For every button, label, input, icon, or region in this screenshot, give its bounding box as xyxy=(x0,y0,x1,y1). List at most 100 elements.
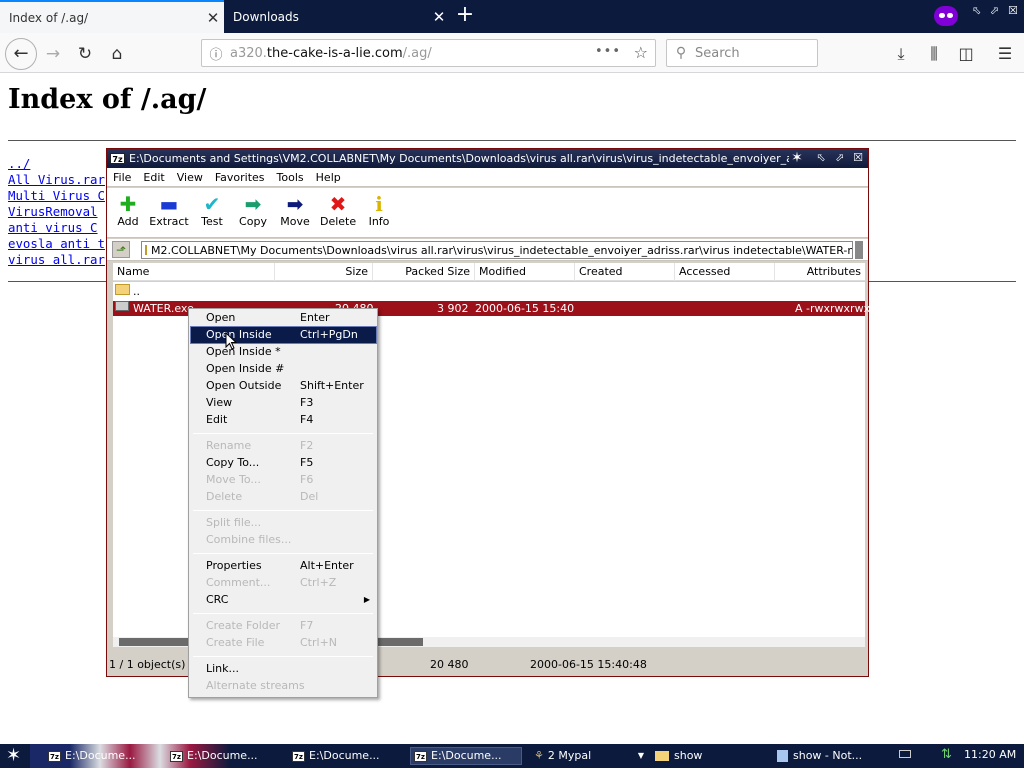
copy-icon: ➡ xyxy=(244,192,262,216)
search-icon: ⚲ xyxy=(675,45,687,61)
menu-item-open-inside-hash[interactable]: Open Inside # xyxy=(191,361,376,377)
sidebar-icon[interactable]: ◫ xyxy=(955,43,977,65)
column-header-created[interactable]: Created xyxy=(575,263,675,281)
forward-button[interactable]: → xyxy=(40,41,66,67)
path-input[interactable]: M2.COLLABNET\My Documents\Downloads\viru… xyxy=(141,241,853,259)
close-tab-icon[interactable]: ✕ xyxy=(428,8,450,26)
folder-icon xyxy=(145,245,147,255)
menu-item-link[interactable]: Link... xyxy=(191,661,376,677)
taskbar-item-mypal[interactable]: ⚘ 2 Mypal ▼ xyxy=(534,747,644,765)
menu-item-copy-to[interactable]: Copy To... F5 xyxy=(191,455,376,471)
url-bar[interactable]: ⓘ a320. the-cake-is-a-lie.com/.ag/ ••• ☆ xyxy=(201,39,656,67)
extract-button[interactable]: ▬ Extract xyxy=(149,193,189,235)
menu-item-label: Open Inside xyxy=(206,328,272,341)
file-link[interactable]: Multi Virus C xyxy=(8,188,105,204)
file-link[interactable]: virus all.rar xyxy=(8,252,105,268)
menu-edit[interactable]: Edit xyxy=(137,171,170,184)
maximize-window-button[interactable]: ⬀ xyxy=(990,4,999,17)
column-header-packed-size[interactable]: Packed Size xyxy=(373,263,475,281)
up-folder-icon[interactable]: ⬏ xyxy=(112,241,130,258)
column-header-modified[interactable]: Modified xyxy=(475,263,575,281)
tab-title: Index of /.ag/ xyxy=(9,10,89,25)
network-icon[interactable]: ⇅ xyxy=(941,747,952,762)
menu-view[interactable]: View xyxy=(171,171,209,184)
library-icon[interactable]: ⫼ xyxy=(923,43,945,65)
bookmark-star-icon[interactable]: ☆ xyxy=(634,43,648,62)
url-domain: the-cake-is-a-lie.com xyxy=(266,45,403,61)
column-header-size[interactable]: Size xyxy=(275,263,373,281)
menu-help[interactable]: Help xyxy=(310,171,347,184)
parent-directory-link[interactable]: ../ xyxy=(8,156,105,172)
tab-title: Downloads xyxy=(233,9,299,24)
reload-button[interactable]: ↻ xyxy=(72,41,98,67)
taskbar-item-label: E:\Docume... xyxy=(431,749,502,762)
keyboard-icon[interactable] xyxy=(899,750,911,758)
close-window-button[interactable]: ☒ xyxy=(1008,4,1018,17)
taskbar-item-label: show - Not... xyxy=(793,749,863,762)
window-title: E:\Documents and Settings\VM2.COLLABNET\… xyxy=(129,152,789,165)
new-tab-button[interactable]: + xyxy=(452,4,478,28)
url-path: /.ag/ xyxy=(402,45,432,61)
file-link[interactable]: evosla anti t xyxy=(8,236,105,252)
menu-item-shortcut: Ctrl+Z xyxy=(300,576,337,589)
tab-downloads[interactable]: Downloads ✕ xyxy=(224,0,450,33)
file-link[interactable]: anti virus C xyxy=(8,220,105,236)
taskbar-item-7zip[interactable]: 7z E:\Docume... xyxy=(292,747,408,765)
taskbar-item-notepad[interactable]: show - Not... xyxy=(777,747,887,765)
menu-item-properties[interactable]: Properties Alt+Enter xyxy=(191,558,376,574)
test-button[interactable]: ✔ Test xyxy=(198,193,226,235)
copy-button[interactable]: ➡ Copy xyxy=(238,193,268,235)
mypal-icon: ⚘ xyxy=(534,749,544,762)
menu-item-label: View xyxy=(206,396,233,409)
menu-item-crc[interactable]: CRC ▶ xyxy=(191,592,376,608)
minimize-window-button[interactable]: ⬁ xyxy=(814,151,828,165)
menu-icon[interactable]: ☰ xyxy=(994,43,1016,65)
file-link[interactable]: All Virus.rar xyxy=(8,172,105,188)
search-input[interactable]: ⚲ Search xyxy=(666,39,818,67)
column-header-accessed[interactable]: Accessed xyxy=(675,263,775,281)
page-actions-icon[interactable]: ••• xyxy=(595,44,621,59)
menu-item-edit[interactable]: Edit F4 xyxy=(191,412,376,428)
clock[interactable]: 11:20 AM xyxy=(964,748,1016,761)
list-item-parent-folder[interactable]: .. xyxy=(113,284,865,299)
delete-button[interactable]: ✖ Delete xyxy=(320,193,356,235)
close-window-button[interactable]: ☒ xyxy=(851,151,865,165)
close-tab-icon[interactable]: ✕ xyxy=(202,9,224,27)
column-header-name[interactable]: Name xyxy=(113,263,275,281)
column-header-attributes[interactable]: Attributes xyxy=(775,263,865,281)
menu-item-open-outside[interactable]: Open Outside Shift+Enter xyxy=(191,378,376,394)
menu-item-open-inside[interactable]: Open Inside Ctrl+PgDn xyxy=(190,326,377,344)
menu-item-shortcut: F3 xyxy=(300,396,314,409)
menu-favorites[interactable]: Favorites xyxy=(209,171,271,184)
menu-item-open[interactable]: Open Enter xyxy=(191,310,376,326)
taskbar-item-7zip[interactable]: 7z E:\Docume... xyxy=(48,747,164,765)
file-link[interactable]: VirusRemoval xyxy=(8,204,105,220)
file-list-header: Name Size Packed Size Modified Created A… xyxy=(113,263,865,281)
pin-icon[interactable]: ✶ xyxy=(790,151,804,165)
taskbar-item-folder[interactable]: show xyxy=(655,747,765,765)
test-label: Test xyxy=(201,215,223,228)
7zip-app-icon: 7z xyxy=(110,153,125,164)
menu-item-view[interactable]: View F3 xyxy=(191,395,376,411)
path-dropdown-button[interactable] xyxy=(855,241,863,259)
info-icon[interactable]: ⓘ xyxy=(202,44,230,63)
taskbar-item-7zip[interactable]: 7z E:\Docume... xyxy=(170,747,286,765)
taskbar-item-7zip-active[interactable]: 7z E:\Docume... xyxy=(410,747,522,765)
home-button[interactable]: ⌂ xyxy=(104,41,130,67)
menu-file[interactable]: File xyxy=(107,171,137,184)
menu-tools[interactable]: Tools xyxy=(271,171,310,184)
move-button[interactable]: ➡ Move xyxy=(280,193,310,235)
7zip-app-icon: 7z xyxy=(48,750,61,762)
tab-index-of-ag[interactable]: Index of /.ag/ ✕ xyxy=(0,0,224,33)
menu-item-label: Delete xyxy=(206,490,243,503)
add-button[interactable]: ✚ Add xyxy=(115,193,141,235)
back-button[interactable]: ← xyxy=(5,38,37,70)
7zip-title-bar[interactable]: 7z E:\Documents and Settings\VM2.COLLABN… xyxy=(107,149,868,168)
minimize-window-button[interactable]: ⬁ xyxy=(972,4,981,17)
info-button[interactable]: i Info xyxy=(366,193,392,235)
maximize-window-button[interactable]: ⬀ xyxy=(833,151,847,165)
menu-item-open-inside-star[interactable]: Open Inside * xyxy=(191,344,376,360)
file-packed-size: 3 902 xyxy=(437,302,469,315)
start-button[interactable]: ✶ xyxy=(6,746,21,766)
downloads-icon[interactable]: ⤓ xyxy=(890,43,912,65)
